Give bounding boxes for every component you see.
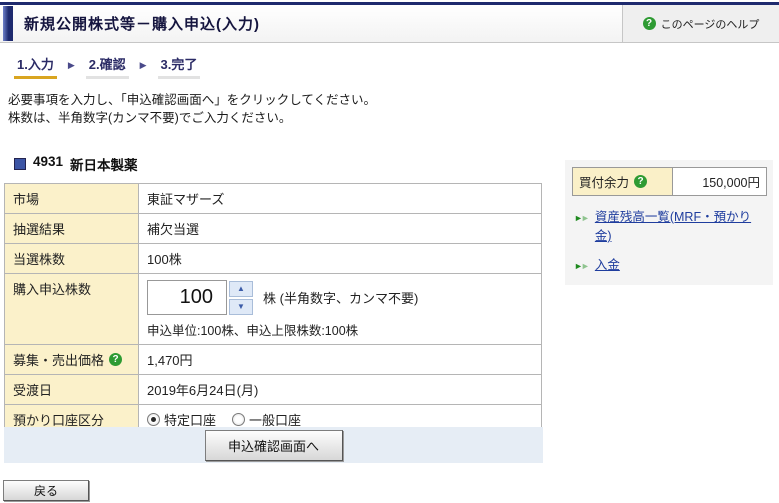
settlement-date-value: 2019年6月24日(月) <box>138 374 542 405</box>
deposit-link[interactable]: 入金 <box>595 254 620 273</box>
link-arrow-icon: ►► <box>574 213 590 223</box>
back-button[interactable]: 戻る <box>3 480 89 501</box>
stock-code: 4931 <box>33 154 64 169</box>
help-question-icon: ? <box>642 17 656 30</box>
page-help-link[interactable]: ? このページのヘルプ <box>622 5 779 42</box>
step-arrow-icon: ▶ <box>139 59 147 70</box>
stock-bullet-icon <box>14 158 26 170</box>
page-header: 新規公開株式等－購入申込(入力) ? このページのヘルプ <box>0 5 779 43</box>
help-label: このページのヘルプ <box>660 18 760 31</box>
table-row-buying-power: 買付余力 ? 150,000円 <box>572 167 767 196</box>
stepper-up-button[interactable]: ▲ <box>229 280 253 297</box>
table-row-settlement: 受渡日 2019年6月24日(月) <box>4 374 542 405</box>
radio-unselected-icon <box>232 413 246 426</box>
stock-name: 新日本製薬 <box>70 158 138 173</box>
step-input: 1.入力 <box>14 54 57 79</box>
asset-balance-link[interactable]: 資産残高一覧(MRF・預かり金) <box>595 206 767 244</box>
quantity-unit-note: 株 (半角数字、カンマ不要) <box>263 291 419 306</box>
step-indicator: 1.入力 ▶ 2.確認 ▶ 3.完了 <box>14 54 779 79</box>
instructions: 必要事項を入力し、「申込確認画面へ」をクリックしてください。 株数は、半角数字(… <box>8 92 779 127</box>
buying-power-value: 150,000円 <box>672 167 767 196</box>
buying-power-help-icon[interactable]: ? <box>634 175 648 188</box>
stepper-down-button[interactable]: ▼ <box>229 298 253 315</box>
asset-balance-link-row: ►► 資産残高一覧(MRF・預かり金) <box>574 206 767 244</box>
instruction-line-2: 株数は、半角数字(カンマ不要)でご入力ください。 <box>8 110 292 125</box>
buying-power-panel: 買付余力 ? 150,000円 ►► 資産残高一覧(MRF・預かり金) ►► 入… <box>565 160 773 285</box>
instruction-line-1: 必要事項を入力し、「申込確認画面へ」をクリックしてください。 <box>8 93 377 107</box>
title-accent-bar <box>3 6 13 41</box>
deposit-link-row: ►► 入金 <box>574 254 767 273</box>
confirm-button[interactable]: 申込確認画面へ <box>204 429 343 461</box>
purchase-form-table: 市場 東証マザーズ 抽選結果 補欠当選 当選株数 100株 購入申込株数 ▲ ▼… <box>4 183 542 435</box>
buying-power-label: 買付余力 <box>579 176 630 190</box>
page-title: 新規公開株式等－購入申込(入力) <box>24 16 260 33</box>
market-value: 東証マザーズ <box>138 183 542 214</box>
table-row-price: 募集・売出価格 ? 1,470円 <box>4 344 542 375</box>
lottery-result-value: 補欠当選 <box>138 213 542 244</box>
link-arrow-icon: ►► <box>574 261 590 271</box>
won-shares-value: 100株 <box>138 243 542 274</box>
radio-selected-icon <box>147 413 160 426</box>
won-shares-label: 当選株数 <box>4 243 139 274</box>
table-row-won-shares: 当選株数 100株 <box>4 243 542 274</box>
offer-price-label: 募集・売出価格 <box>13 353 105 368</box>
confirm-button-band: 申込確認画面へ <box>4 427 543 463</box>
buying-power-table: 買付余力 ? 150,000円 <box>572 167 767 196</box>
step-arrow-icon: ▶ <box>67 59 75 70</box>
table-row-lottery: 抽選結果 補欠当選 <box>4 213 542 244</box>
price-help-icon[interactable]: ? <box>109 353 123 366</box>
purchase-quantity-label: 購入申込株数 <box>4 273 139 345</box>
table-row-quantity: 購入申込株数 ▲ ▼ 株 (半角数字、カンマ不要) 申込単位:100株、申込上限… <box>4 273 542 345</box>
quantity-limit-note: 申込単位:100株、申込上限株数:100株 <box>147 324 359 338</box>
step-complete: 3.完了 <box>157 54 201 79</box>
market-label: 市場 <box>4 183 139 214</box>
offer-price-value: 1,470円 <box>138 344 542 375</box>
quantity-stepper: ▲ ▼ <box>229 280 253 315</box>
quantity-input[interactable] <box>147 280 227 315</box>
lottery-result-label: 抽選結果 <box>4 213 139 244</box>
settlement-date-label: 受渡日 <box>4 374 139 405</box>
step-confirm: 2.確認 <box>85 54 129 79</box>
ipo-purchase-entry-page: 新規公開株式等－購入申込(入力) ? このページのヘルプ 1.入力 ▶ 2.確認… <box>0 0 779 503</box>
table-row-market: 市場 東証マザーズ <box>4 183 542 214</box>
